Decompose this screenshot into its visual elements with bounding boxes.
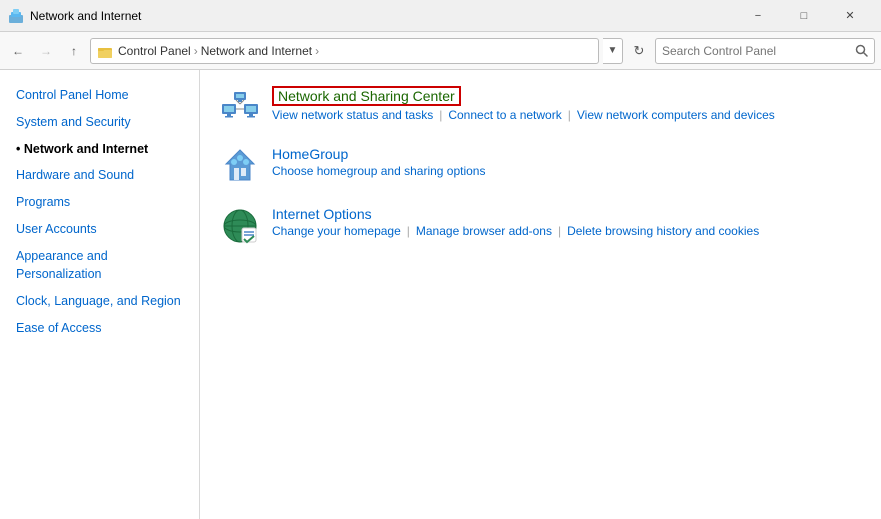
network-sharing-links: View network status and tasks | Connect … — [272, 108, 775, 122]
sidebar-item-appearance[interactable]: Appearance and Personalization — [0, 243, 199, 289]
homegroup-title[interactable]: HomeGroup — [272, 146, 348, 162]
homegroup-options-link[interactable]: Choose homegroup and sharing options — [272, 164, 485, 178]
forward-button[interactable]: → — [34, 39, 58, 63]
sidebar-item-system-security[interactable]: System and Security — [0, 109, 199, 136]
breadcrumb-networkinternet[interactable]: Network and Internet — [201, 44, 312, 58]
change-homepage-link[interactable]: Change your homepage — [272, 224, 401, 238]
address-bar: ← → ↑ Control Panel › Network and Intern… — [0, 32, 881, 70]
maximize-button[interactable]: □ — [781, 0, 827, 32]
network-sharing-icon — [220, 86, 260, 126]
search-box — [655, 38, 875, 64]
internet-options-title[interactable]: Internet Options — [272, 206, 372, 222]
title-bar: Network and Internet − □ ✕ — [0, 0, 881, 32]
category-homegroup: HomeGroup Choose homegroup and sharing o… — [220, 146, 861, 186]
connect-network-link[interactable]: Connect to a network — [448, 108, 561, 122]
sidebar-item-control-panel-home[interactable]: Control Panel Home — [0, 82, 199, 109]
minimize-button[interactable]: − — [735, 0, 781, 32]
homegroup-content: HomeGroup Choose homegroup and sharing o… — [272, 146, 485, 178]
homegroup-icon — [220, 146, 260, 186]
homegroup-links: Choose homegroup and sharing options — [272, 164, 485, 178]
content-area: Network and Sharing Center View network … — [200, 70, 881, 519]
sidebar-item-network-internet[interactable]: Network and Internet — [0, 136, 199, 163]
up-button[interactable]: ↑ — [62, 39, 86, 63]
window-title: Network and Internet — [30, 9, 735, 23]
delete-history-link[interactable]: Delete browsing history and cookies — [567, 224, 759, 238]
category-network-sharing: Network and Sharing Center View network … — [220, 86, 861, 126]
address-path[interactable]: Control Panel › Network and Internet › — [90, 38, 599, 64]
sidebar-item-ease-access[interactable]: Ease of Access — [0, 315, 199, 342]
manage-addons-link[interactable]: Manage browser add-ons — [416, 224, 552, 238]
window-icon — [8, 8, 24, 24]
sidebar: Control Panel Home System and Security N… — [0, 70, 200, 519]
main-layout: Control Panel Home System and Security N… — [0, 70, 881, 519]
close-button[interactable]: ✕ — [827, 0, 873, 32]
network-sharing-title[interactable]: Network and Sharing Center — [272, 86, 461, 106]
search-button[interactable] — [848, 38, 874, 64]
view-network-status-link[interactable]: View network status and tasks — [272, 108, 433, 122]
sidebar-item-clock-language[interactable]: Clock, Language, and Region — [0, 288, 199, 315]
internet-options-links: Change your homepage | Manage browser ad… — [272, 224, 759, 238]
sidebar-item-programs[interactable]: Programs — [0, 189, 199, 216]
sidebar-item-user-accounts[interactable]: User Accounts — [0, 216, 199, 243]
category-internet-options: Internet Options Change your homepage | … — [220, 206, 861, 246]
sidebar-item-hardware-sound[interactable]: Hardware and Sound — [0, 162, 199, 189]
back-button[interactable]: ← — [6, 39, 30, 63]
refresh-button[interactable]: ↻ — [627, 39, 651, 63]
view-network-computers-link[interactable]: View network computers and devices — [577, 108, 775, 122]
network-sharing-content: Network and Sharing Center View network … — [272, 86, 775, 122]
search-input[interactable] — [656, 44, 848, 58]
window-controls: − □ ✕ — [735, 0, 873, 32]
internet-options-content: Internet Options Change your homepage | … — [272, 206, 759, 238]
address-dropdown[interactable]: ▼ — [603, 38, 623, 64]
internet-options-icon — [220, 206, 260, 246]
breadcrumb-controlpanel[interactable]: Control Panel — [118, 44, 191, 58]
